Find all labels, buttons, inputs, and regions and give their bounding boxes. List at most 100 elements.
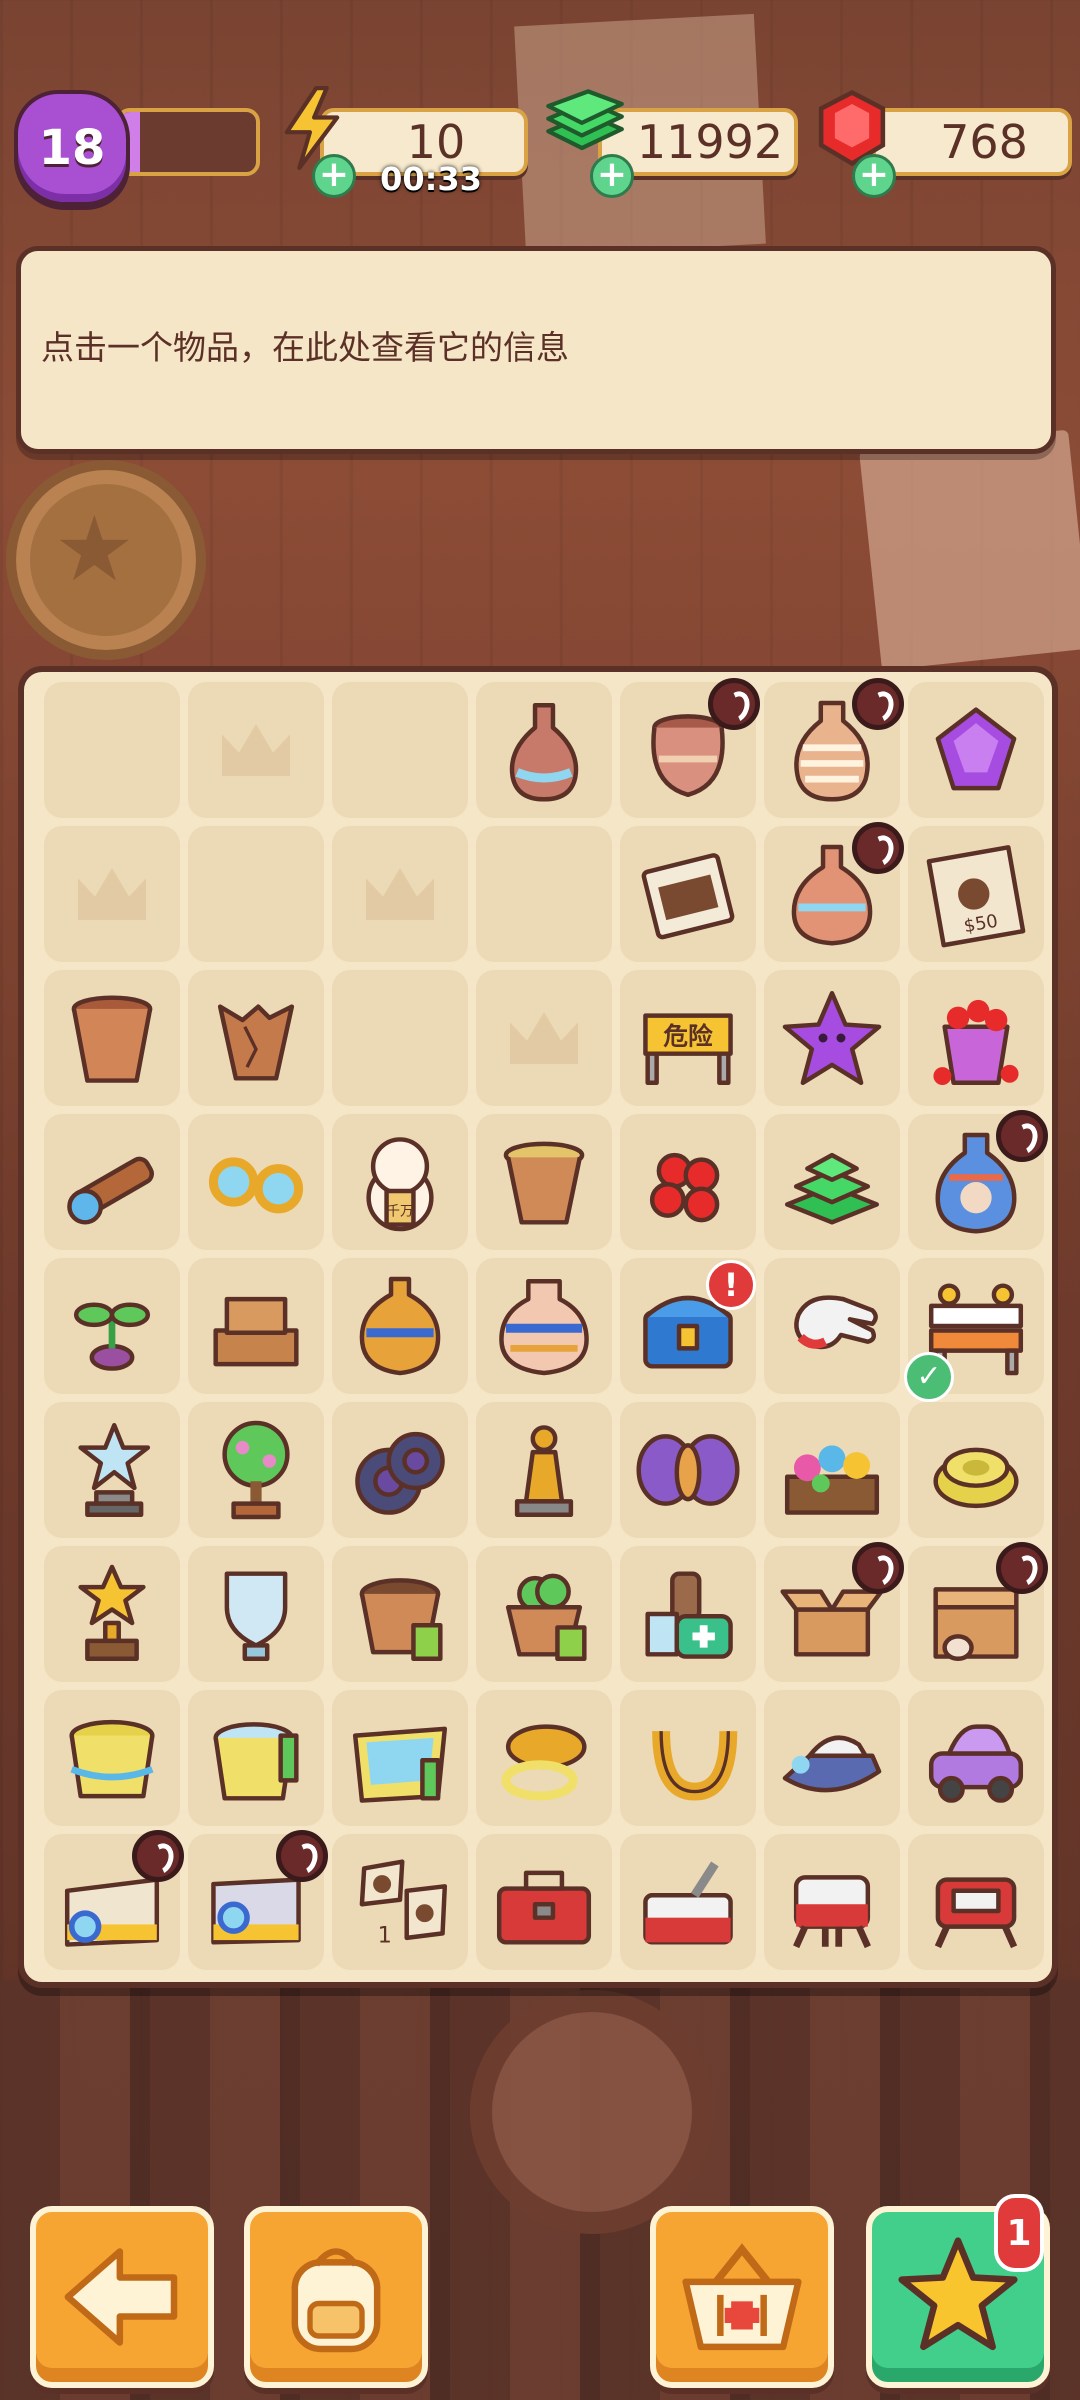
board-cell[interactable]	[188, 970, 324, 1106]
board-cell[interactable]	[44, 1402, 180, 1538]
board-cell[interactable]	[476, 1690, 612, 1826]
board-cell[interactable]	[764, 1690, 900, 1826]
purple-gem-icon[interactable]	[920, 694, 1032, 806]
flower-pot-icon[interactable]	[56, 982, 168, 1094]
board-cell[interactable]	[764, 1542, 904, 1682]
board-cell[interactable]	[188, 682, 324, 818]
backpack-button[interactable]	[244, 2206, 428, 2388]
board-cell[interactable]	[764, 1402, 900, 1538]
board-cell[interactable]: !	[620, 1258, 756, 1394]
board-cell[interactable]	[44, 1830, 184, 1970]
board-cell[interactable]	[188, 1114, 324, 1250]
board-cell[interactable]	[188, 1546, 324, 1682]
board-cell[interactable]	[44, 1258, 180, 1394]
telescope-icon[interactable]	[56, 1126, 168, 1238]
board-cell[interactable]: 危险	[620, 970, 756, 1106]
star-trophy-icon[interactable]	[56, 1414, 168, 1526]
board-cell[interactable]	[620, 1114, 756, 1250]
board-cell[interactable]	[44, 970, 180, 1106]
danger-sign-icon[interactable]: 危险	[632, 982, 744, 1094]
lucky-cat-icon[interactable]: 千万	[344, 1126, 456, 1238]
board-cell[interactable]	[44, 1546, 180, 1682]
moth-icon[interactable]	[632, 1414, 744, 1526]
board-cell[interactable]	[908, 1834, 1044, 1970]
jet-ski-icon[interactable]	[776, 1702, 888, 1814]
gem-counter[interactable]: 768	[872, 108, 1072, 176]
water-tray-icon[interactable]	[344, 1702, 456, 1814]
plant-pot-icon[interactable]	[488, 1558, 600, 1670]
ornate-urn-icon[interactable]	[488, 1270, 600, 1382]
board-cell[interactable]	[332, 1690, 468, 1826]
board-cell[interactable]	[188, 826, 324, 962]
board-cell[interactable]: 1	[332, 1834, 468, 1970]
board-cell[interactable]	[764, 678, 904, 818]
board-cell[interactable]	[908, 970, 1044, 1106]
board-cell[interactable]	[188, 1830, 328, 1970]
board-cell[interactable]	[620, 826, 756, 962]
toolbox-red-icon[interactable]	[488, 1846, 600, 1958]
board-cell[interactable]	[332, 1546, 468, 1682]
ruby-bucket-icon[interactable]	[920, 982, 1032, 1094]
cash-pile-icon[interactable]	[776, 1126, 888, 1238]
soil-pot-icon[interactable]	[344, 1558, 456, 1670]
crate-stack-icon[interactable]	[200, 1270, 312, 1382]
glove-icon[interactable]	[776, 1270, 888, 1382]
board-cell[interactable]	[620, 1834, 756, 1970]
vase-tall-icon[interactable]	[488, 694, 600, 806]
bonsai-tree-icon[interactable]	[200, 1414, 312, 1526]
purple-car-icon[interactable]	[920, 1702, 1032, 1814]
board-cell[interactable]	[332, 826, 468, 962]
photo-bag-icon[interactable]	[632, 838, 744, 950]
toolbox-open-icon[interactable]	[632, 1846, 744, 1958]
board-cell[interactable]	[476, 1546, 612, 1682]
board-cell[interactable]	[764, 1114, 900, 1250]
board-cell[interactable]	[764, 822, 904, 962]
bucket-mop-icon[interactable]	[200, 1702, 312, 1814]
rope-bowl-icon[interactable]	[488, 1702, 600, 1814]
pawn-trophy-icon[interactable]	[488, 1414, 600, 1526]
energy-add-icon[interactable]: +	[312, 154, 356, 198]
sprout-icon[interactable]	[56, 1270, 168, 1382]
board-cell[interactable]: 千万	[332, 1114, 468, 1250]
goggles-icon[interactable]	[200, 1126, 312, 1238]
flower-crate-icon[interactable]	[776, 1414, 888, 1526]
gold-trophy-icon[interactable]	[56, 1558, 168, 1670]
board-cell[interactable]	[908, 1402, 1044, 1538]
board-cell[interactable]	[476, 682, 612, 818]
level-badge[interactable]: 18	[14, 90, 130, 206]
purple-star-icon[interactable]	[776, 982, 888, 1094]
board-cell[interactable]	[476, 1402, 612, 1538]
board-cell[interactable]	[764, 1834, 900, 1970]
board-cell[interactable]	[476, 1834, 612, 1970]
first-aid-icon[interactable]	[632, 1558, 744, 1670]
board-cell[interactable]	[908, 1690, 1044, 1826]
board-cell[interactable]	[620, 1402, 756, 1538]
board-cell[interactable]	[188, 1690, 324, 1826]
board-cell[interactable]: ✓	[904, 1258, 1044, 1402]
broken-pot-icon[interactable]	[200, 982, 312, 1094]
board-cell[interactable]	[332, 970, 468, 1106]
board-cell[interactable]	[476, 970, 612, 1106]
board-cell[interactable]	[764, 1258, 900, 1394]
board-cell[interactable]	[44, 826, 180, 962]
back-button[interactable]	[30, 2206, 214, 2388]
board-cell[interactable]	[332, 1258, 468, 1394]
board-cell[interactable]	[332, 1402, 468, 1538]
board-cell[interactable]	[620, 1546, 756, 1682]
rubies-icon[interactable]	[632, 1126, 744, 1238]
amphora-icon[interactable]	[344, 1270, 456, 1382]
board-cell[interactable]	[44, 1114, 180, 1250]
board-cell[interactable]	[764, 970, 900, 1106]
board-cell[interactable]	[476, 826, 612, 962]
board-cell[interactable]: $50	[908, 826, 1044, 962]
board-cell[interactable]	[476, 1114, 612, 1250]
shield-trophy-icon[interactable]	[200, 1558, 312, 1670]
board-cell[interactable]	[620, 678, 760, 818]
tires-icon[interactable]	[344, 1414, 456, 1526]
horseshoe-icon[interactable]	[632, 1702, 744, 1814]
board-cell[interactable]	[620, 1690, 756, 1826]
board-cell[interactable]	[908, 1542, 1048, 1682]
board-cell[interactable]	[476, 1258, 612, 1394]
wanted-poster-icon[interactable]: $50	[920, 838, 1032, 950]
sell-basket-button[interactable]	[650, 2206, 834, 2388]
